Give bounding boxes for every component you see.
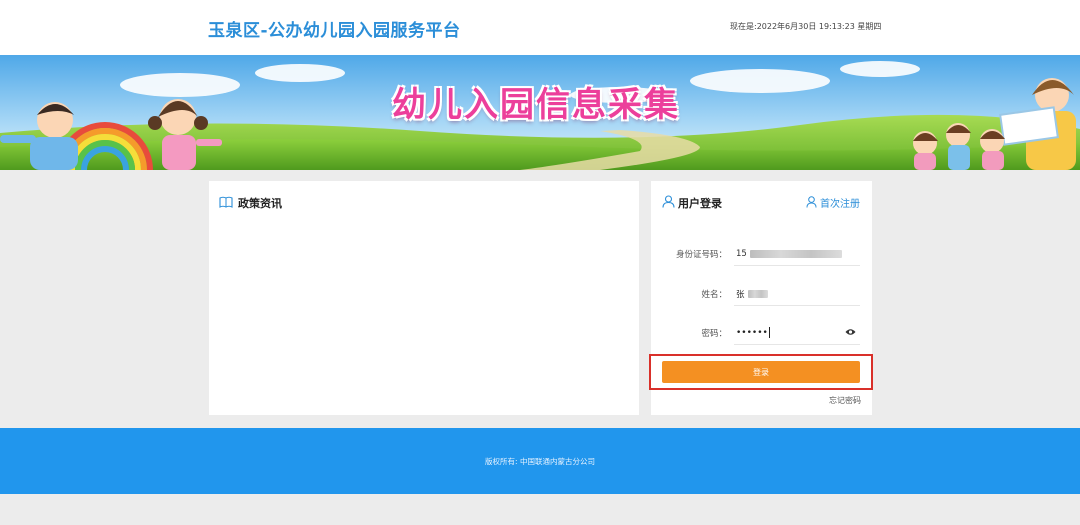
header: 玉泉区-公办幼儿园入园服务平台 现在是:2022年6月30日 19:13:23 … — [0, 0, 1080, 55]
blurred-redaction — [749, 249, 842, 258]
login-header: 用户登录 — [662, 193, 722, 212]
name-label: 姓名： — [701, 290, 727, 300]
hero-banner: 幼儿入园信息采集 — [0, 55, 1080, 170]
policy-news-header: 政策资讯 — [219, 193, 282, 212]
first-register-link[interactable]: 首次注册 — [806, 193, 860, 212]
policy-news-title: 政策资讯 — [238, 196, 282, 210]
password-label: 密码： — [701, 329, 727, 339]
banner-title: 幼儿入园信息采集 — [392, 85, 680, 125]
text-caret — [768, 327, 770, 338]
name-value: 张 — [736, 289, 745, 300]
id-number-input[interactable]: 15 — [734, 242, 860, 266]
copyright-text: 版权所有: 中国联通内蒙古分公司 — [485, 457, 595, 466]
page-bottom — [0, 494, 1080, 525]
id-number-label: 身份证号码： — [675, 250, 727, 260]
site-title[interactable]: 玉泉区-公办幼儿园入园服务平台 — [208, 16, 461, 41]
name-input[interactable]: 张 — [734, 282, 860, 306]
user-icon — [662, 193, 675, 212]
register-label: 首次注册 — [820, 199, 860, 210]
id-number-row: 身份证号码： 15 — [651, 242, 872, 266]
footer: 版权所有: 中国联通内蒙古分公司 — [0, 428, 1080, 494]
login-title: 用户登录 — [678, 196, 722, 210]
login-button[interactable]: 登录 — [662, 361, 860, 383]
forgot-password-link[interactable]: 忘记密码 — [829, 395, 861, 406]
password-value: •••••• — [736, 327, 768, 338]
policy-news-panel: 政策资讯 — [209, 181, 639, 415]
password-row: 密码： •••••• — [651, 321, 872, 345]
user-outline-icon — [806, 193, 817, 212]
password-input[interactable]: •••••• — [734, 321, 860, 345]
id-number-value: 15 — [736, 248, 747, 259]
eye-icon[interactable] — [845, 328, 856, 339]
book-icon — [219, 193, 233, 212]
name-row: 姓名： 张 — [651, 282, 872, 306]
current-datetime: 现在是:2022年6月30日 19:13:23 星期四 — [730, 22, 882, 31]
blurred-redaction — [747, 289, 768, 298]
